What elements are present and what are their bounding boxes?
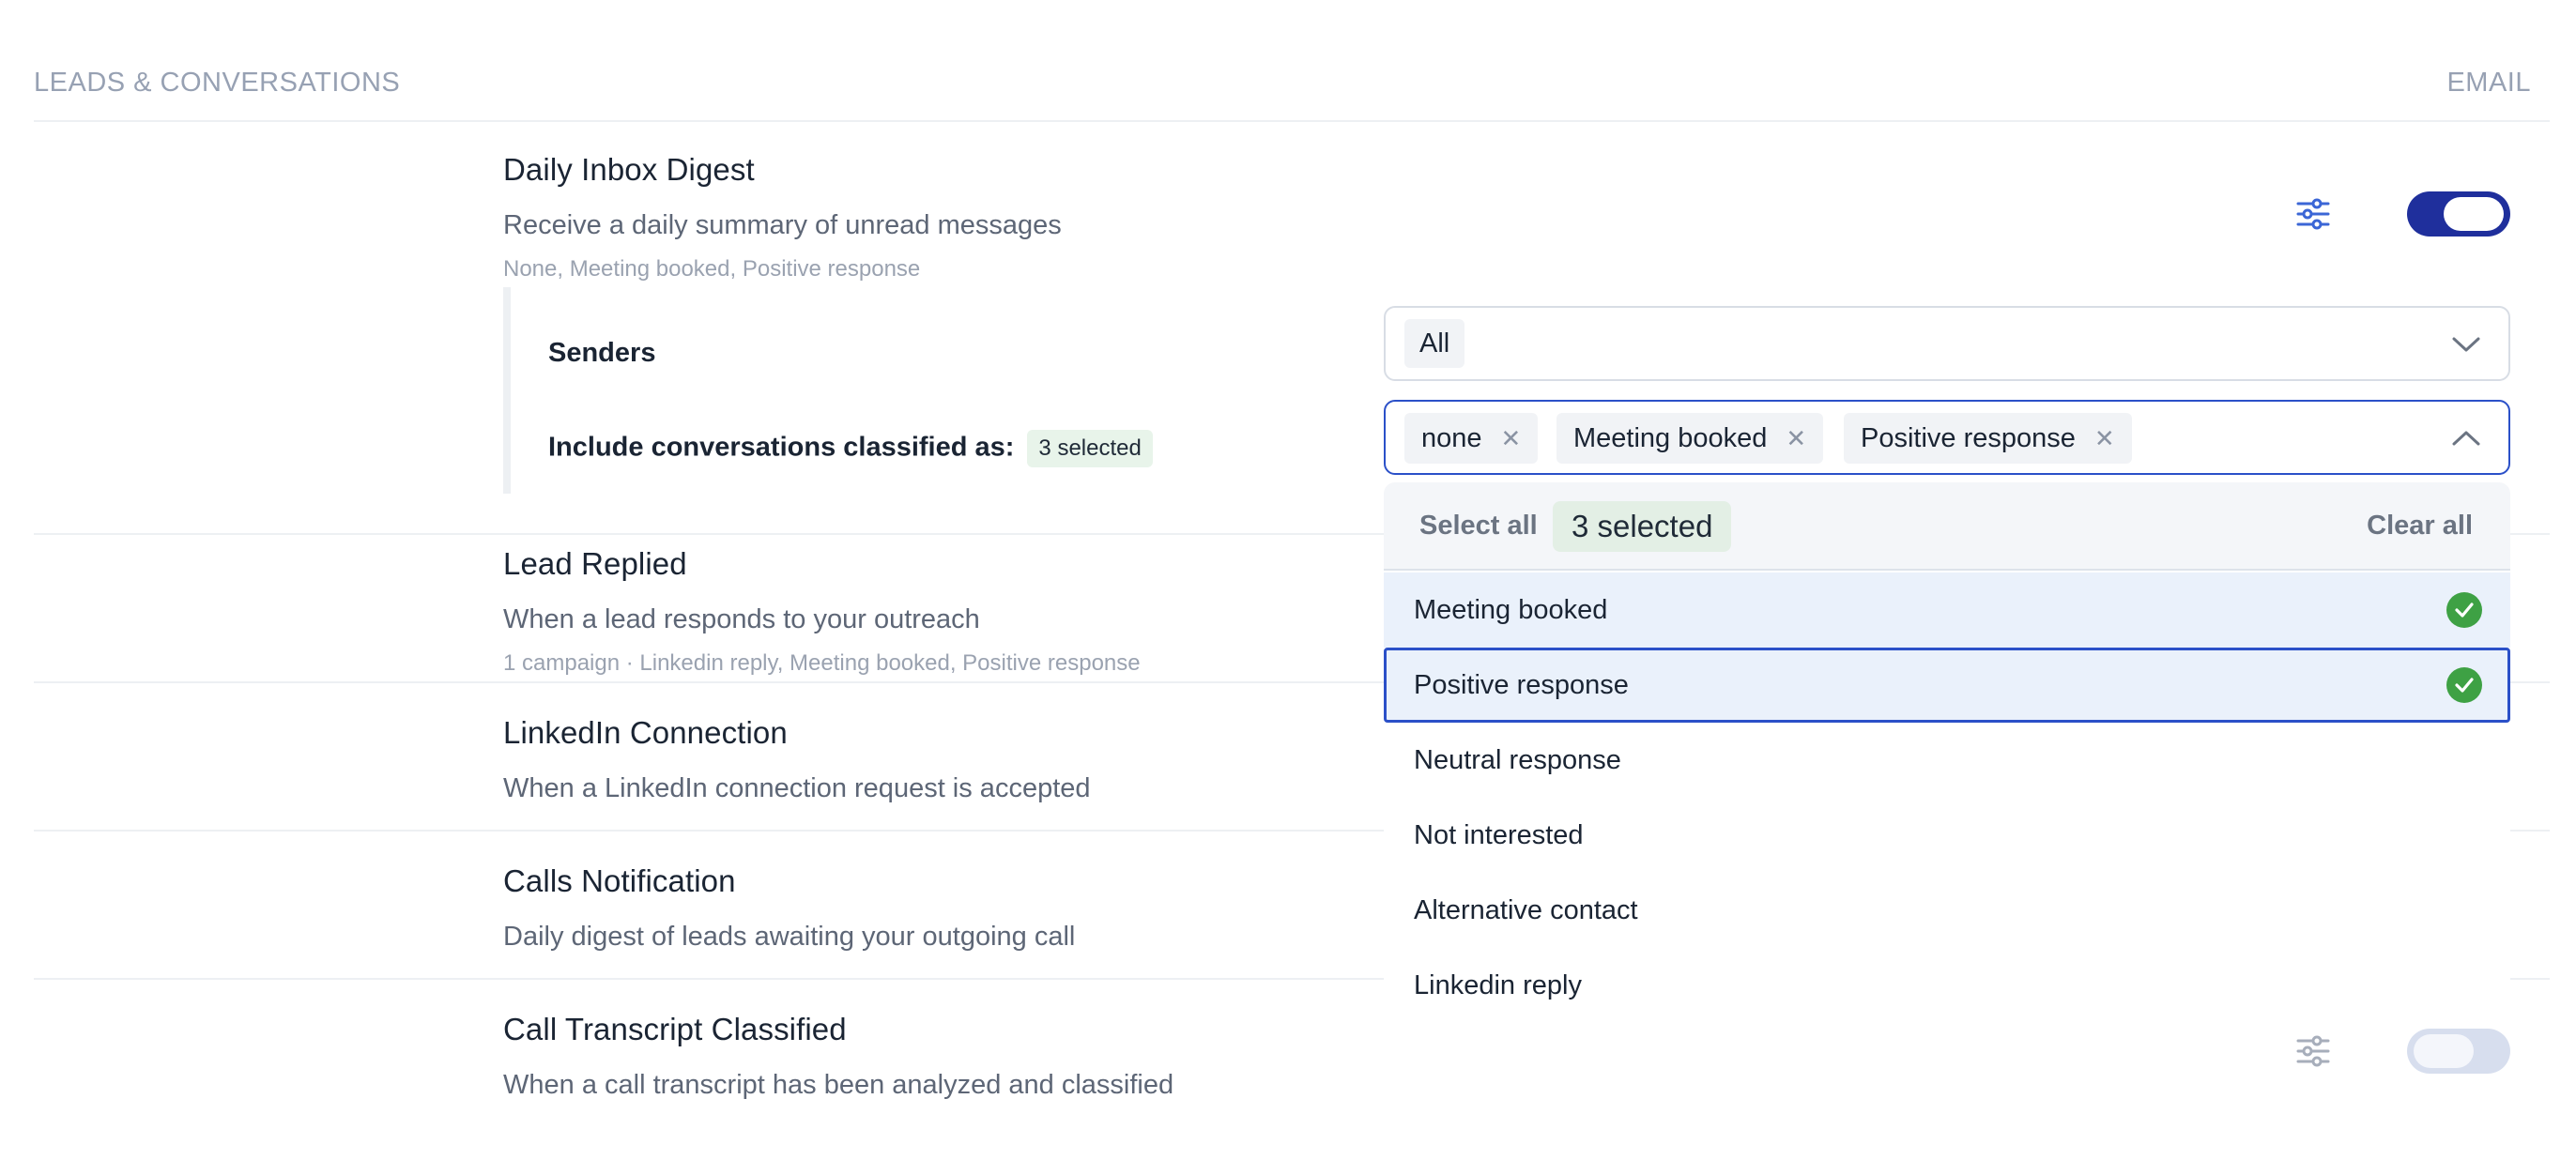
- close-icon[interactable]: ✕: [2094, 413, 2115, 464]
- row-description: When a lead responds to your outreach: [503, 604, 980, 634]
- dropdown-header: Select all 3 selected Clear all: [1384, 482, 2510, 571]
- option-label: Neutral response: [1414, 745, 1621, 775]
- tag-label: none: [1421, 423, 1482, 453]
- option-positive-response[interactable]: Positive response: [1384, 648, 2510, 723]
- notification-row-call-transcript-classified: Call Transcript Classified When a call t…: [503, 1012, 1173, 1101]
- row-description: Daily digest of leads awaiting your outg…: [503, 922, 1076, 952]
- option-label: Not interested: [1414, 820, 1584, 850]
- tag-label: Positive response: [1861, 423, 2076, 453]
- channel-column-header: EMAIL: [2446, 68, 2531, 98]
- senders-label: Senders: [548, 338, 656, 368]
- row-title: Lead Replied: [503, 546, 687, 581]
- option-label: Linkedin reply: [1414, 970, 1582, 1000]
- row-meta: 1 campaign · Linkedin reply, Meeting boo…: [503, 650, 1141, 676]
- tag-meeting-booked: Meeting booked ✕: [1556, 413, 1824, 464]
- notification-row-lead-replied: Lead Replied When a lead responds to you…: [503, 546, 1141, 677]
- check-circle-icon: [2446, 667, 2482, 703]
- senders-select[interactable]: All: [1384, 306, 2510, 381]
- tag-positive-response: Positive response ✕: [1844, 413, 2132, 464]
- classified-label: Include conversations classified as: 3 se…: [548, 430, 1153, 467]
- notification-row-calls-notification: Calls Notification Daily digest of leads…: [503, 863, 1075, 953]
- option-label: Meeting booked: [1414, 595, 1608, 625]
- tag-none: none ✕: [1404, 413, 1539, 464]
- divider: [34, 120, 2550, 122]
- option-linkedin-reply[interactable]: Linkedin reply: [1384, 948, 2510, 1023]
- tag-label: Meeting booked: [1573, 423, 1768, 453]
- option-label: Positive response: [1414, 670, 1629, 700]
- classification-dropdown: Select all 3 selected Clear all Meeting …: [1384, 482, 2510, 1027]
- check-circle-icon: [2446, 592, 2482, 628]
- senders-value: All: [1404, 319, 1465, 368]
- row-title: Calls Notification: [503, 863, 736, 898]
- option-alternative-contact[interactable]: Alternative contact: [1384, 873, 2510, 948]
- classification-multiselect[interactable]: none ✕ Meeting booked ✕ Positive response ✕: [1384, 400, 2510, 475]
- toggle-knob: [2414, 1034, 2474, 1068]
- row-meta: None, Meeting booked, Positive response: [503, 256, 921, 282]
- option-neutral-response[interactable]: Neutral response: [1384, 723, 2510, 798]
- notification-row-linkedin-connection: LinkedIn Connection When a LinkedIn conn…: [503, 715, 1091, 804]
- email-toggle-call-transcript-classified[interactable]: [2407, 1029, 2510, 1074]
- option-label: Alternative contact: [1414, 895, 1638, 925]
- classified-label-text: Include conversations classified as:: [548, 432, 1015, 463]
- row-description: Receive a daily summary of unread messag…: [503, 210, 1062, 240]
- sliders-icon[interactable]: [2294, 195, 2332, 233]
- notification-row-daily-inbox-digest: Daily Inbox Digest Receive a daily summa…: [503, 152, 1062, 282]
- notification-settings-page: LEADS & CONVERSATIONS EMAIL Daily Inbox …: [0, 0, 2576, 1160]
- row-title: Call Transcript Classified: [503, 1012, 847, 1046]
- toggle-knob: [2444, 197, 2504, 231]
- chevron-up-icon[interactable]: [2450, 424, 2482, 452]
- dropdown-selected-badge: 3 selected: [1553, 501, 1732, 552]
- row-description: When a LinkedIn connection request is ac…: [503, 773, 1091, 803]
- close-icon[interactable]: ✕: [1501, 413, 1522, 464]
- option-meeting-booked[interactable]: Meeting booked: [1384, 572, 2510, 648]
- row-title: Daily Inbox Digest: [503, 152, 755, 187]
- row-description: When a call transcript has been analyzed…: [503, 1070, 1174, 1100]
- sliders-icon[interactable]: [2294, 1032, 2332, 1070]
- section-title: LEADS & CONVERSATIONS: [34, 68, 401, 98]
- close-icon[interactable]: ✕: [1786, 413, 1806, 464]
- chevron-down-icon: [2452, 337, 2480, 352]
- option-not-interested[interactable]: Not interested: [1384, 798, 2510, 873]
- clear-all-button[interactable]: Clear all: [2367, 511, 2473, 542]
- select-all-button[interactable]: Select all: [1419, 511, 1538, 542]
- row-title: LinkedIn Connection: [503, 715, 788, 750]
- email-toggle-daily-inbox-digest[interactable]: [2407, 191, 2510, 237]
- expanded-settings-bar: [503, 287, 513, 494]
- selected-count-badge: 3 selected: [1027, 430, 1153, 467]
